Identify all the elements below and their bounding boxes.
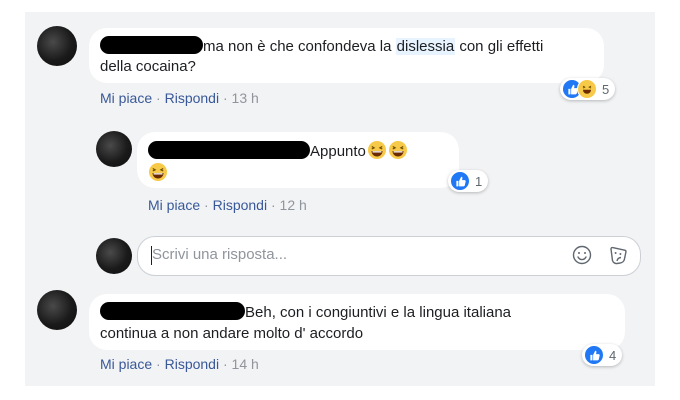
comment-text: Beh, con i congiuntivi e la lingua itali… [100, 302, 511, 323]
comment-bubble: Beh, con i congiuntivi e la lingua itali… [89, 294, 625, 350]
redacted-author-name [148, 141, 310, 159]
avatar[interactable] [37, 290, 77, 330]
comment-text-line2: della cocaina? [100, 58, 196, 75]
avatar[interactable] [37, 26, 77, 66]
current-user-avatar [96, 238, 132, 274]
separator: · [222, 356, 228, 372]
reply-input[interactable]: Scrivi una risposta... [137, 236, 641, 276]
like-icon [450, 171, 470, 191]
comment-text-part: Beh, con i congiuntivi e la lingua itali… [245, 304, 512, 321]
comment-text-line2: continua a non andare molto d' accordo [100, 325, 364, 342]
comment-meta: Mi piace · Rispondi · 14 h [100, 356, 259, 372]
comment-text: ma non è che confondeva la dislessia con… [100, 36, 543, 57]
like-icon [584, 345, 604, 365]
reply-link[interactable]: Rispondi [165, 90, 219, 106]
reply-meta: Mi piace · Rispondi · 12 h [148, 197, 307, 213]
avatar[interactable] [96, 131, 132, 167]
redacted-author-name [100, 36, 203, 54]
smiley-icon[interactable] [571, 244, 593, 266]
highlighted-word[interactable]: dislessia [395, 38, 456, 55]
comment-text-part: con gli effetti [455, 38, 544, 55]
sticker-icon[interactable] [607, 244, 629, 266]
separator: · [222, 90, 228, 106]
comment-text-part: ma non è che confondeva la [203, 38, 396, 55]
comment-bubble: ma non è che confondeva la dislessia con… [89, 28, 604, 83]
reaction-count: 5 [602, 81, 610, 97]
haha-icon [577, 79, 597, 99]
timestamp[interactable]: 12 h [280, 197, 307, 213]
comment-meta: Mi piace · Rispondi · 13 h [100, 90, 259, 106]
reply-link[interactable]: Rispondi [165, 356, 219, 372]
reactions-badge[interactable]: 4 [582, 344, 623, 366]
separator: · [204, 197, 209, 213]
reply-text-line2 [147, 162, 168, 184]
separator: · [156, 356, 161, 372]
reply-placeholder: Scrivi una risposta... [152, 246, 288, 263]
timestamp[interactable]: 13 h [232, 90, 259, 106]
timestamp[interactable]: 14 h [232, 356, 259, 372]
reply-text-part: Appunto [310, 143, 366, 160]
reaction-count: 4 [609, 347, 617, 363]
grinning-squinting-face-emoji [149, 163, 167, 181]
reply-bubble: Appunto [137, 132, 459, 188]
reply-text: Appunto [148, 140, 408, 162]
grinning-squinting-face-emoji [388, 141, 407, 159]
reply-link[interactable]: Rispondi [213, 197, 267, 213]
like-link[interactable]: Mi piace [100, 356, 152, 372]
separator: · [156, 90, 161, 106]
reaction-count: 1 [475, 173, 483, 189]
reactions-badge[interactable]: 5 [560, 78, 616, 100]
separator: · [270, 197, 276, 213]
grinning-squinting-face-emoji [367, 141, 386, 159]
redacted-author-name [100, 302, 245, 320]
like-link[interactable]: Mi piace [100, 90, 152, 106]
reactions-badge[interactable]: 1 [448, 170, 489, 192]
like-link[interactable]: Mi piace [148, 197, 200, 213]
